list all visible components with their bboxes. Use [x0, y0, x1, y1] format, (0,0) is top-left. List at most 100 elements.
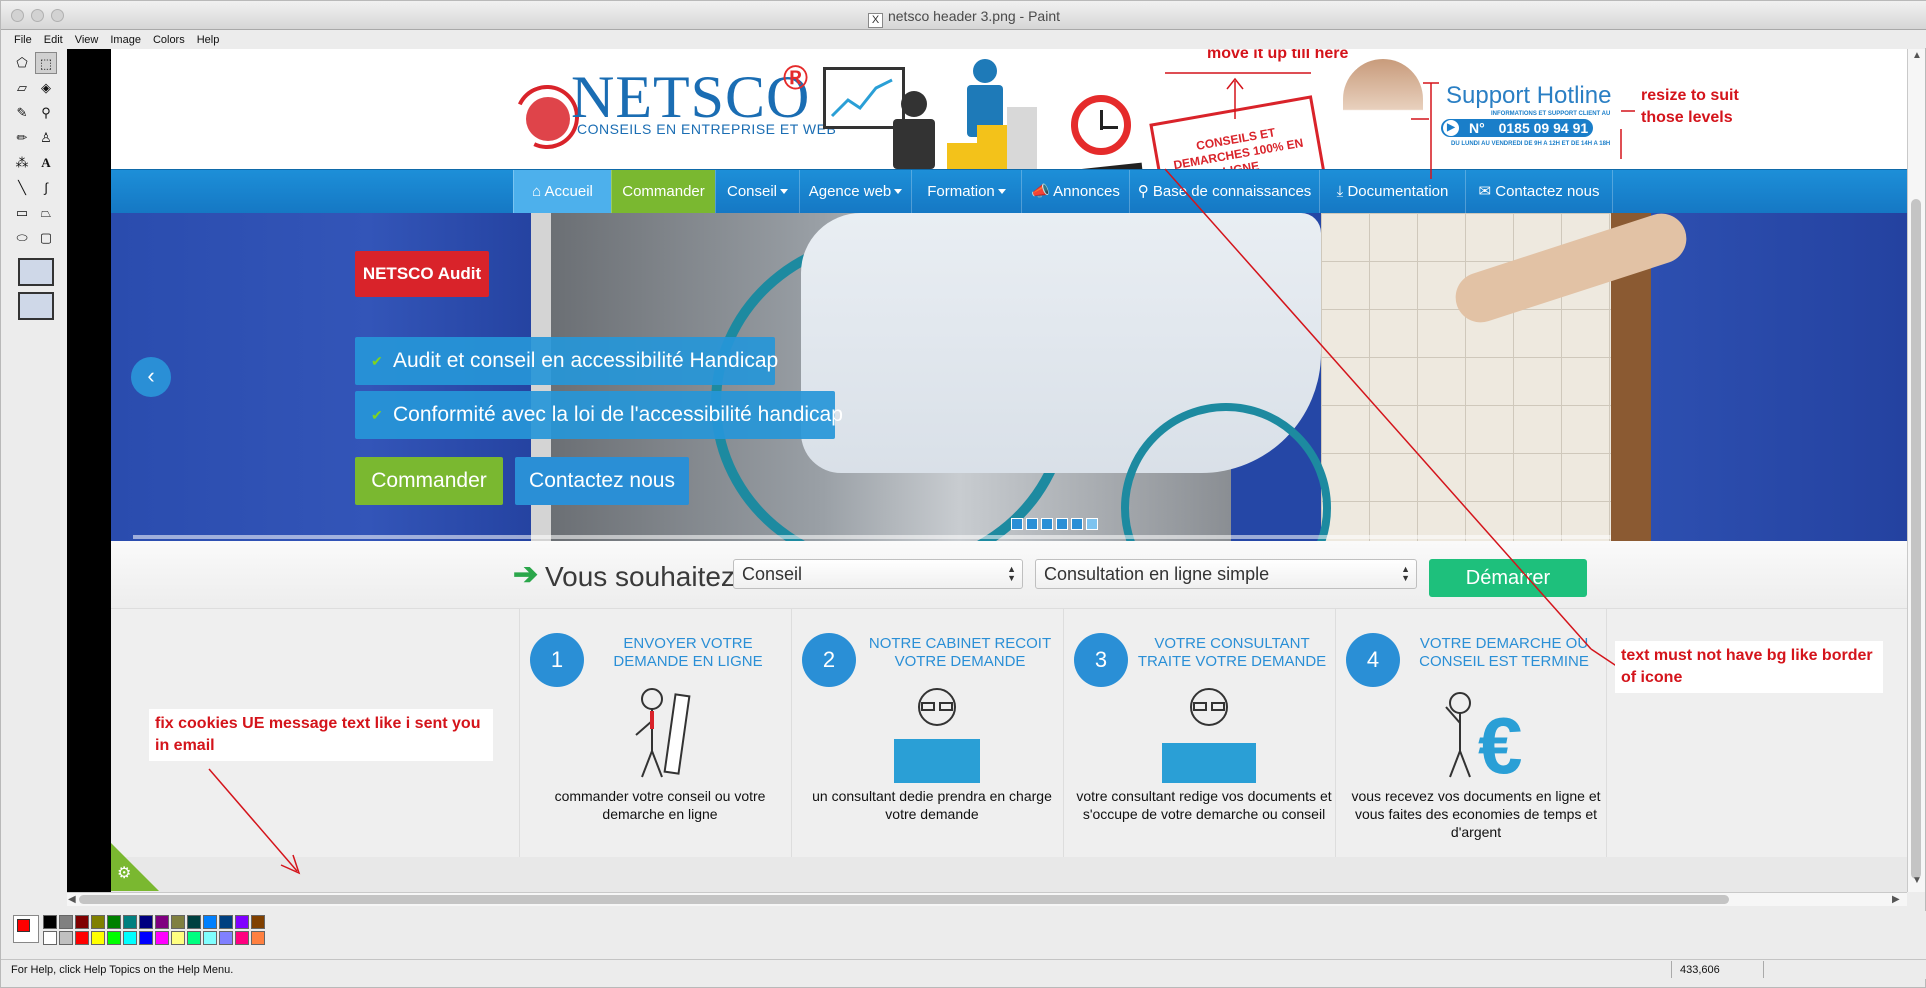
nav-label: Commander	[622, 183, 705, 200]
rectangle-tool-icon[interactable]: ▭	[11, 202, 33, 224]
menu-bar: File Edit View Image Colors Help	[1, 30, 1926, 48]
scroll-right-icon[interactable]: ▶	[1892, 894, 1900, 905]
menu-edit[interactable]: Edit	[44, 34, 63, 46]
slide-point-text: Audit et conseil en accessibilité Handic…	[393, 349, 779, 372]
fill-tool-icon[interactable]: ◈	[35, 77, 57, 99]
magnifier-tool-icon[interactable]: ⚲	[35, 102, 57, 124]
slider-prev-arrow-icon[interactable]: ‹	[131, 357, 171, 397]
palette-swatch[interactable]	[59, 931, 73, 945]
vertical-scrollbar[interactable]: ▲ ▼	[1907, 49, 1925, 892]
line-tool-icon[interactable]: ╲	[11, 177, 33, 199]
nav-formation[interactable]: Formation	[911, 170, 1021, 214]
nav-agence-web[interactable]: Agence web	[799, 170, 911, 214]
palette-swatch[interactable]	[75, 931, 89, 945]
check-icon: ✔	[371, 353, 383, 369]
nav-base-connaissances[interactable]: ⚲ Base de connaissances	[1129, 170, 1319, 214]
step-title: VOTRE DEMARCHE OU CONSEIL EST TERMINE	[1419, 635, 1589, 670]
palette-swatch[interactable]	[91, 915, 105, 929]
palette-swatch[interactable]	[171, 931, 185, 945]
step-text: votre consultant redige vos documents et…	[1076, 788, 1332, 822]
nav-accueil[interactable]: ⌂ Accueil	[513, 170, 611, 214]
menu-help[interactable]: Help	[197, 34, 220, 46]
brush-tool-icon[interactable]: ♙	[35, 127, 57, 149]
start-button[interactable]: Démarrer	[1429, 559, 1587, 597]
horizontal-scrollbar[interactable]: ◀ ▶	[67, 892, 1907, 906]
palette-swatch[interactable]	[187, 915, 201, 929]
slider-dot[interactable]	[1071, 518, 1083, 530]
scroll-down-icon[interactable]: ▼	[1912, 875, 1922, 886]
step-3: 3 VOTRE CONSULTANT TRAITE VOTRE DEMANDE …	[1063, 609, 1335, 857]
slide-commander-button[interactable]: Commander	[355, 457, 503, 505]
rect-select-tool-icon[interactable]: ⬚	[35, 52, 57, 74]
slider-dot[interactable]	[1041, 518, 1053, 530]
palette-swatch[interactable]	[139, 915, 153, 929]
menu-colors[interactable]: Colors	[153, 34, 185, 46]
eraser-tool-icon[interactable]: ▱	[11, 77, 33, 99]
nav-contactez-nous[interactable]: ✉ Contactez nous	[1465, 170, 1613, 214]
palette-swatch[interactable]	[203, 915, 217, 929]
palette-swatch[interactable]	[123, 931, 137, 945]
menu-image[interactable]: Image	[110, 34, 141, 46]
ellipse-tool-icon[interactable]: ⬭	[11, 227, 33, 249]
nav-conseil[interactable]: Conseil	[715, 170, 799, 214]
free-select-tool-icon[interactable]: ⬠	[11, 52, 33, 74]
palette-swatch[interactable]	[139, 931, 153, 945]
pencil-tool-icon[interactable]: ✏	[11, 127, 33, 149]
cursor-coordinates: 433,606	[1671, 961, 1761, 978]
presenter-head-icon	[901, 91, 927, 117]
nav-commander[interactable]: Commander	[611, 170, 715, 214]
palette-swatch[interactable]	[123, 915, 137, 929]
palette-swatch[interactable]	[235, 915, 249, 929]
airbrush-tool-icon[interactable]: ⁂	[11, 152, 33, 174]
palette-swatch[interactable]	[219, 915, 233, 929]
palette-swatch[interactable]	[251, 931, 265, 945]
support-phone[interactable]: ▶ N° 0185 09 94 91	[1441, 119, 1593, 137]
curve-tool-icon[interactable]: ∫	[35, 177, 57, 199]
palette-swatch[interactable]	[155, 931, 169, 945]
palette-swatch[interactable]	[187, 931, 201, 945]
slider-dot[interactable]	[1056, 518, 1068, 530]
window-titlebar[interactable]: Xnetsco header 3.png - Paint	[1, 1, 1926, 30]
color-picker-tool-icon[interactable]: ✎	[11, 102, 33, 124]
slider-dot[interactable]	[1026, 518, 1038, 530]
palette-swatch[interactable]	[155, 915, 169, 929]
palette-swatch[interactable]	[171, 915, 185, 929]
horizontal-scroll-thumb[interactable]	[79, 895, 1729, 904]
current-colors[interactable]	[13, 915, 39, 943]
slide-contact-button[interactable]: Contactez nous	[515, 457, 689, 505]
nav-annonces[interactable]: 📣 Annonces	[1021, 170, 1129, 214]
palette-swatch[interactable]	[251, 915, 265, 929]
palette-swatch[interactable]	[43, 931, 57, 945]
netsco-audit-badge[interactable]: NETSCO Audit	[355, 251, 489, 297]
scroll-left-icon[interactable]: ◀	[68, 894, 76, 905]
palette-swatch[interactable]	[107, 931, 121, 945]
service-type-select[interactable]: Conseil ▲ ▼	[733, 559, 1023, 589]
slider-dot[interactable]	[1011, 518, 1023, 530]
palette-swatch[interactable]	[75, 915, 89, 929]
status-help-text: For Help, click Help Topics on the Help …	[11, 964, 234, 976]
palette-swatch[interactable]	[91, 931, 105, 945]
registered-mark: ®	[783, 59, 809, 97]
menu-file[interactable]: File	[14, 34, 32, 46]
transparency-option-transparent[interactable]	[18, 292, 54, 320]
screenshot-image[interactable]: NETSCO ® CONSEILS EN ENTREPRISE ET WEB G…	[111, 49, 1907, 892]
scroll-up-icon[interactable]: ▲	[1912, 50, 1922, 61]
text-tool-icon[interactable]: A	[35, 152, 57, 174]
service-option-select[interactable]: Consultation en ligne simple ▲ ▼	[1035, 559, 1417, 589]
transparency-option-opaque[interactable]	[18, 258, 54, 286]
palette-swatch[interactable]	[59, 915, 73, 929]
window-title: Xnetsco header 3.png - Paint	[1, 8, 1926, 28]
palette-swatch[interactable]	[43, 915, 57, 929]
palette-swatch[interactable]	[107, 915, 121, 929]
nav-documentation[interactable]: ⤓ Documentation	[1319, 170, 1465, 214]
palette-swatch[interactable]	[235, 931, 249, 945]
step-title: ENVOYER VOTRE DEMANDE EN LIGNE	[613, 635, 763, 670]
vertical-scroll-thumb[interactable]	[1911, 199, 1921, 879]
gear-icon[interactable]: ⚙	[117, 863, 131, 883]
slider-dot-active[interactable]	[1086, 518, 1098, 530]
palette-swatch[interactable]	[203, 931, 217, 945]
polygon-tool-icon[interactable]: ⏢	[35, 202, 57, 224]
palette-swatch[interactable]	[219, 931, 233, 945]
menu-view[interactable]: View	[75, 34, 99, 46]
rounded-rect-tool-icon[interactable]: ▢	[35, 227, 57, 249]
